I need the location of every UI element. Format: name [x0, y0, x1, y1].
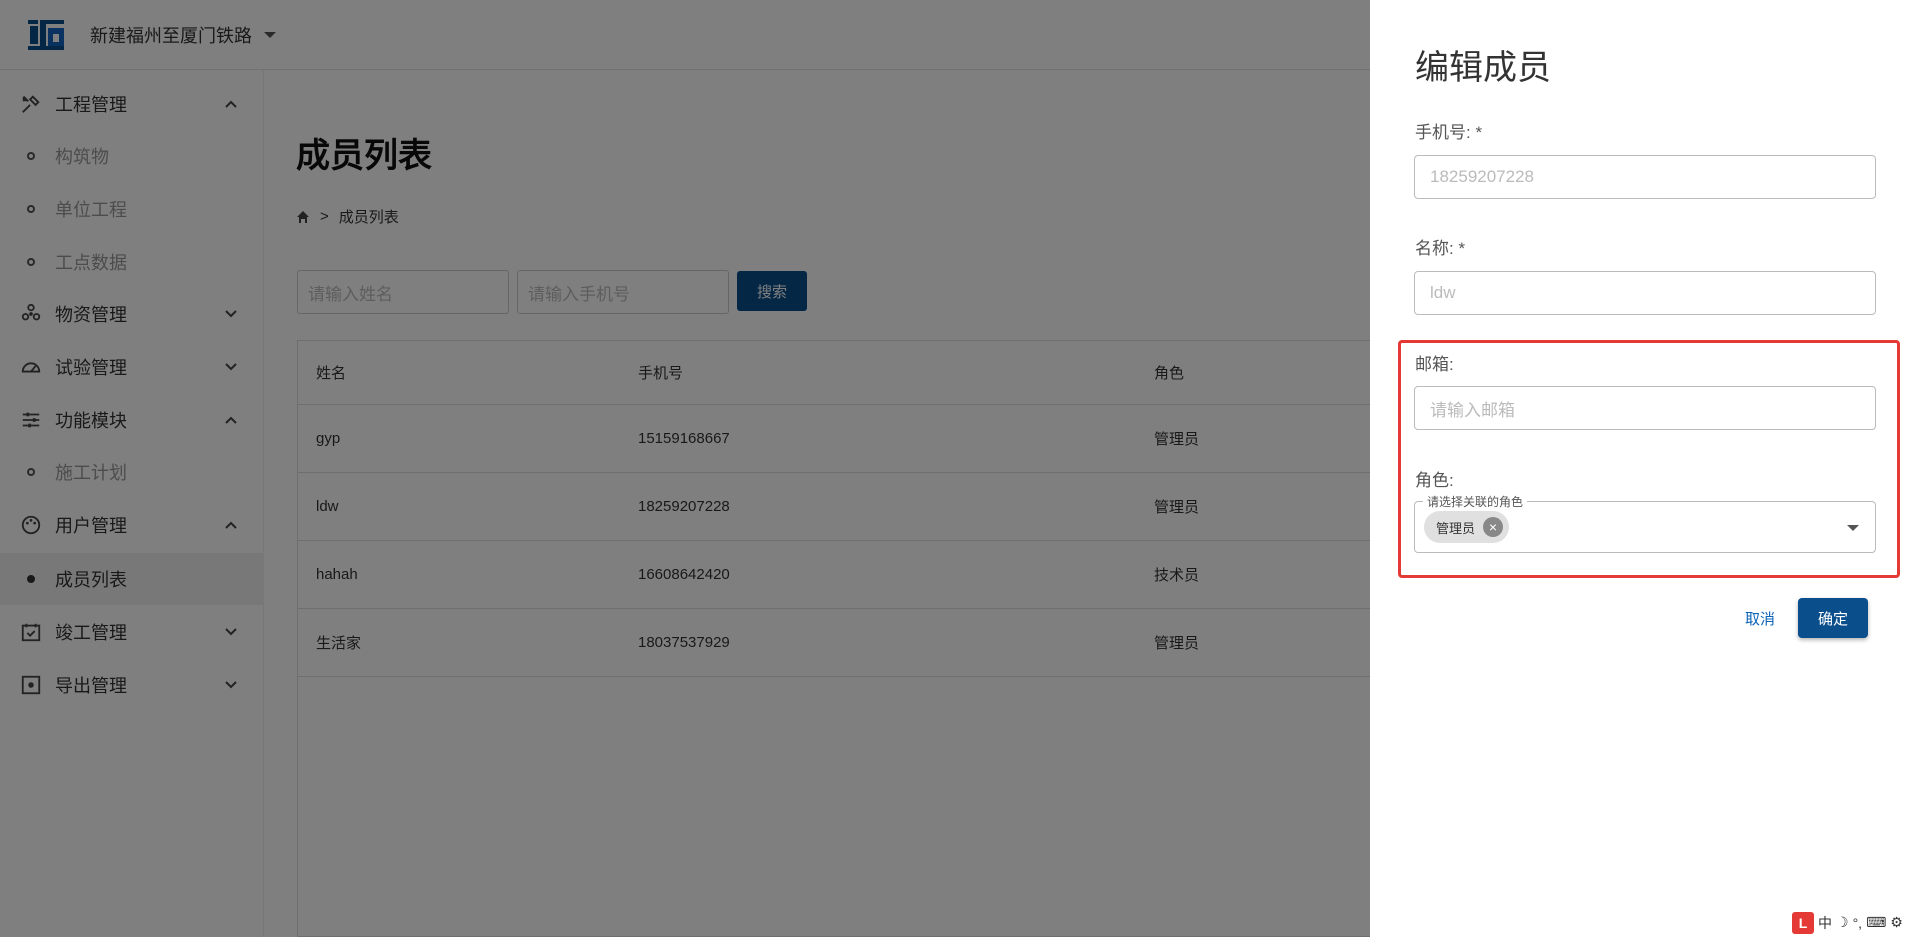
name-field[interactable]: ldw: [1414, 271, 1876, 315]
dropdown-arrow-icon[interactable]: [1847, 525, 1859, 531]
role-select[interactable]: 请选择关联的角色 管理员 ×: [1414, 493, 1876, 553]
cancel-button[interactable]: 取消: [1730, 600, 1790, 636]
edit-member-drawer: 编辑成员 手机号: * 18259207228 名称: * ldw 邮箱: 请输…: [1370, 0, 1920, 937]
name-label: 名称: *: [1415, 239, 1466, 258]
modal-backdrop[interactable]: [0, 0, 1370, 937]
ime-toolbar: L 中 ☽ °, ⌨ ⚙: [1788, 908, 1920, 937]
role-label: 角色:: [1415, 471, 1454, 490]
role-chip: 管理员 ×: [1424, 511, 1510, 543]
gear-icon[interactable]: ⚙: [1890, 914, 1903, 931]
role-chip-label: 管理员: [1436, 520, 1476, 536]
keyboard-icon[interactable]: ⌨: [1866, 914, 1886, 931]
email-label: 邮箱:: [1415, 355, 1454, 374]
moon-icon[interactable]: ☽: [1836, 914, 1849, 931]
drawer-title: 编辑成员: [1415, 49, 1551, 87]
phone-label: 手机号: *: [1415, 123, 1483, 142]
ime-logo-icon[interactable]: L: [1792, 911, 1814, 934]
remove-chip-icon[interactable]: ×: [1483, 517, 1504, 537]
phone-field[interactable]: 18259207228: [1414, 155, 1876, 199]
email-field[interactable]: 请输入邮箱: [1414, 386, 1876, 430]
ime-mode[interactable]: 中: [1818, 913, 1832, 933]
punctuation-icon[interactable]: °,: [1853, 915, 1863, 931]
role-select-legend: 请选择关联的角色: [1423, 493, 1528, 510]
confirm-button[interactable]: 确定: [1798, 598, 1868, 638]
